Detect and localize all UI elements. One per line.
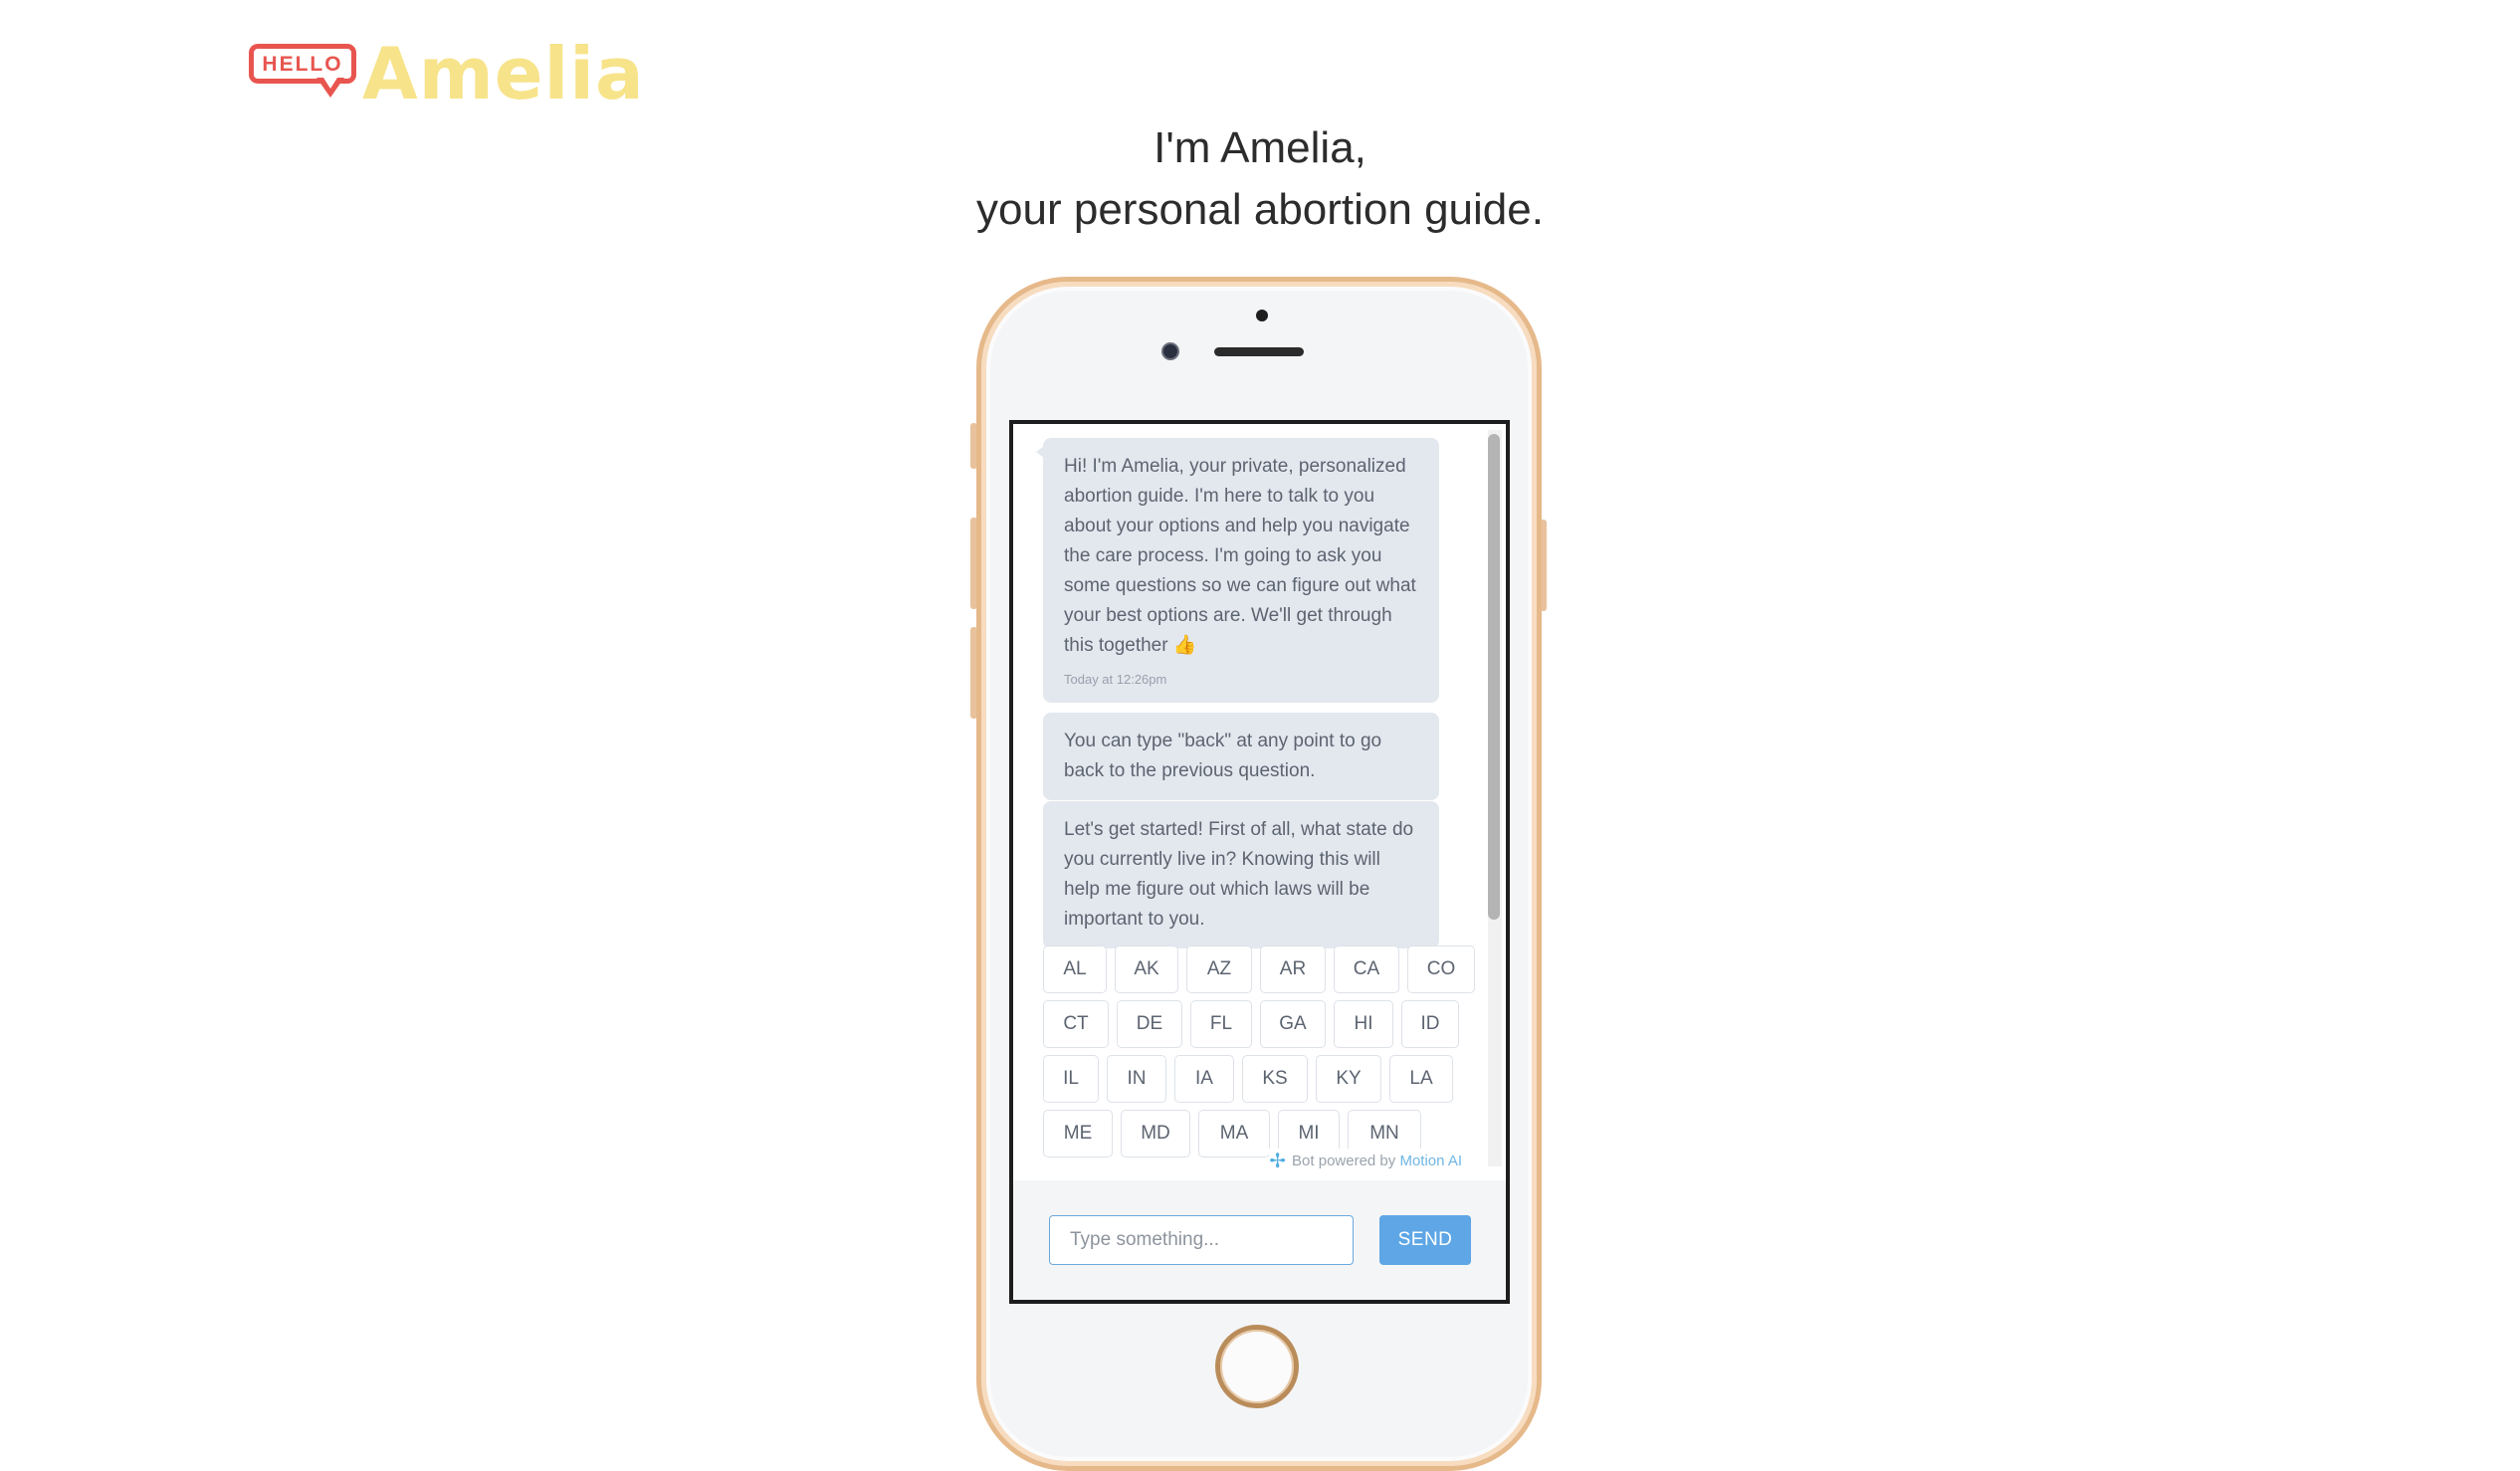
bot-message-text: Hi! I'm Amelia, your private, personaliz… — [1064, 456, 1416, 656]
send-button[interactable]: SEND — [1379, 1215, 1471, 1265]
bot-message-text: You can type "back" at any point to go b… — [1064, 731, 1382, 781]
bot-message: Let's get started! First of all, what st… — [1043, 801, 1439, 948]
phone-camera-icon — [1161, 342, 1179, 360]
bot-message: Hi! I'm Amelia, your private, personaliz… — [1043, 438, 1439, 703]
state-option-ga[interactable]: GA — [1260, 1000, 1326, 1048]
page-heading: I'm Amelia, your personal abortion guide… — [0, 117, 2520, 241]
state-option-co[interactable]: CO — [1407, 946, 1475, 993]
state-option-az[interactable]: AZ — [1186, 946, 1252, 993]
state-option-ar[interactable]: AR — [1260, 946, 1326, 993]
state-option-ct[interactable]: CT — [1043, 1000, 1109, 1048]
state-option-id[interactable]: ID — [1401, 1000, 1459, 1048]
motion-ai-link[interactable]: Motion AI — [1399, 1153, 1462, 1169]
state-option-la[interactable]: LA — [1389, 1055, 1453, 1103]
phone-sensor-dot — [1256, 310, 1268, 321]
message-composer: SEND — [1013, 1180, 1506, 1300]
logo-amelia-text: Amelia — [362, 32, 645, 115]
heading-line-2: your personal abortion guide. — [976, 185, 1544, 234]
state-option-ak[interactable]: AK — [1115, 946, 1178, 993]
motion-ai-bot-icon: ✢ — [1269, 1151, 1287, 1172]
state-option-de[interactable]: DE — [1117, 1000, 1182, 1048]
message-input[interactable] — [1049, 1215, 1354, 1265]
chat-widget: Hi! I'm Amelia, your private, personaliz… — [1009, 420, 1510, 1304]
powered-by-attribution: ✢ Bot powered by Motion AI — [1269, 1149, 1462, 1173]
state-option-md[interactable]: MD — [1121, 1110, 1190, 1157]
state-option-il[interactable]: IL — [1043, 1055, 1099, 1103]
phone-speaker — [1214, 347, 1304, 356]
state-option-ia[interactable]: IA — [1174, 1055, 1234, 1103]
chat-scrollbar-thumb[interactable] — [1488, 434, 1500, 920]
state-option-ma[interactable]: MA — [1198, 1110, 1270, 1157]
powered-by-prefix: Bot powered by — [1292, 1153, 1396, 1169]
state-option-ks[interactable]: KS — [1242, 1055, 1308, 1103]
state-option-al[interactable]: AL — [1043, 946, 1107, 993]
hello-amelia-logo[interactable]: HELLO Amelia — [247, 34, 644, 113]
state-option-hi[interactable]: HI — [1334, 1000, 1393, 1048]
chat-transcript[interactable]: Hi! I'm Amelia, your private, personaliz… — [1013, 424, 1506, 1176]
phone-home-button — [1215, 1325, 1299, 1408]
bot-message: You can type "back" at any point to go b… — [1043, 713, 1439, 800]
state-option-fl[interactable]: FL — [1190, 1000, 1252, 1048]
message-timestamp: Today at 12:26pm — [1064, 672, 1167, 687]
logo-hello-text: HELLO — [262, 53, 343, 76]
bot-message-text: Let's get started! First of all, what st… — [1064, 819, 1414, 930]
state-option-in[interactable]: IN — [1107, 1055, 1166, 1103]
state-option-me[interactable]: ME — [1043, 1110, 1113, 1157]
state-option-ca[interactable]: CA — [1334, 946, 1399, 993]
state-option-ky[interactable]: KY — [1316, 1055, 1381, 1103]
heading-line-1: I'm Amelia, — [1154, 123, 1366, 172]
